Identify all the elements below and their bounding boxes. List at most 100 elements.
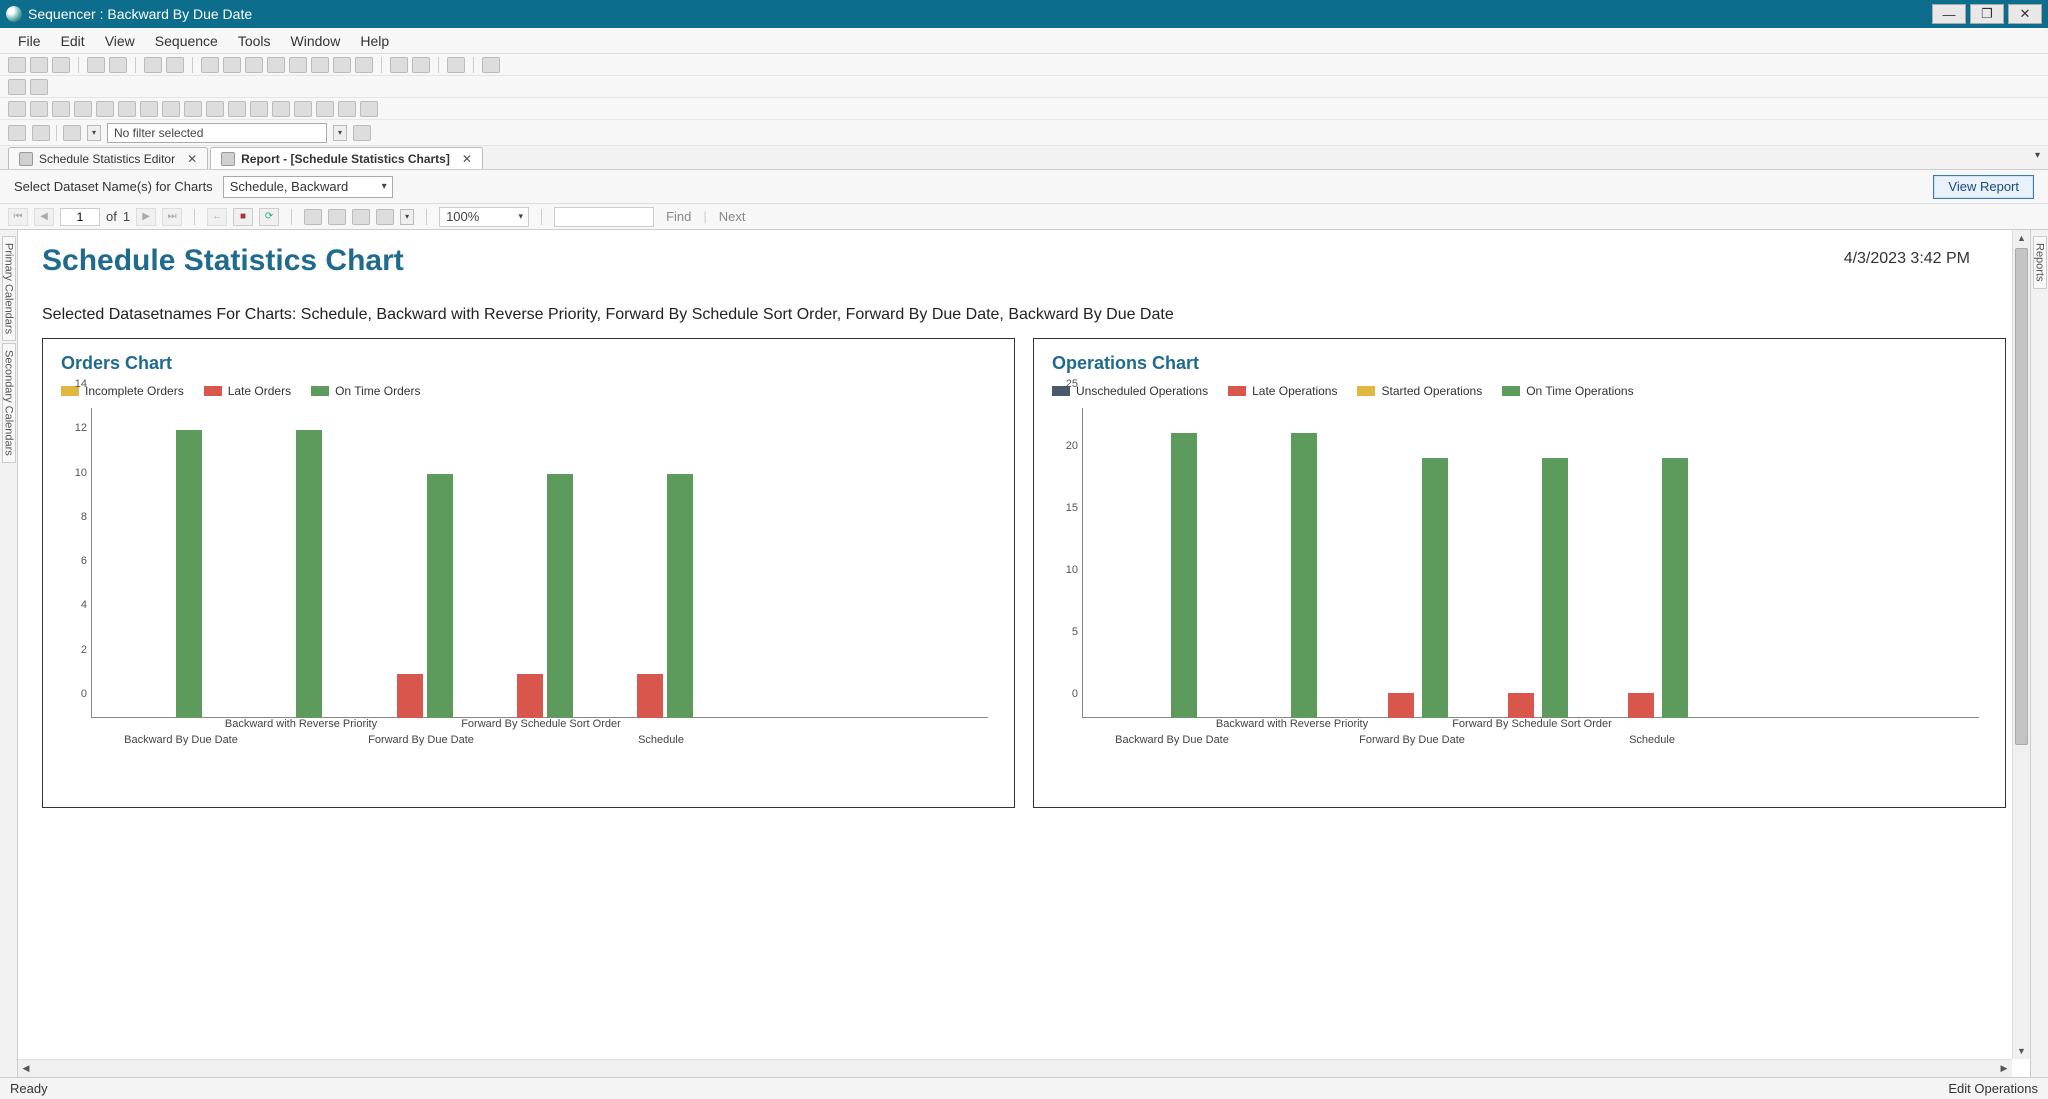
menu-edit[interactable]: Edit [51, 33, 95, 49]
first-page-button[interactable]: ⏮ [8, 208, 28, 226]
tool-icon[interactable] [144, 57, 162, 73]
tool-icon[interactable] [52, 57, 70, 73]
tool-icon[interactable] [162, 101, 180, 117]
tool-icon[interactable] [289, 57, 307, 73]
tool-icon[interactable] [96, 101, 114, 117]
find-input[interactable] [554, 207, 654, 227]
filter-icon[interactable] [63, 125, 81, 141]
find-label[interactable]: Find [660, 209, 697, 224]
tool-icon[interactable] [8, 125, 26, 141]
export-dropdown-icon[interactable]: ▾ [400, 209, 414, 225]
side-tab-primary-calendars[interactable]: Primary Calendars [2, 236, 16, 341]
close-window-button[interactable]: ✕ [2008, 4, 2042, 24]
tool-icon[interactable] [245, 57, 263, 73]
tool-icon[interactable] [30, 79, 48, 95]
close-icon[interactable]: ✕ [462, 152, 472, 166]
tool-icon[interactable] [355, 57, 373, 73]
vertical-scrollbar[interactable]: ▲ ▼ [2012, 230, 2030, 1059]
menu-tools[interactable]: Tools [228, 33, 281, 49]
tool-icon[interactable] [118, 101, 136, 117]
scroll-down-icon[interactable]: ▼ [2013, 1043, 2030, 1059]
x-tick-label: Schedule [1629, 734, 1675, 746]
tab-overflow-icon[interactable]: ▾ [2035, 150, 2040, 161]
tool-icon[interactable] [447, 57, 465, 73]
status-left: Ready [10, 1081, 48, 1096]
tool-icon[interactable] [338, 101, 356, 117]
tool-icon[interactable] [30, 101, 48, 117]
layout-icon[interactable] [328, 209, 346, 225]
tool-icon[interactable] [228, 101, 246, 117]
view-report-button[interactable]: View Report [1933, 175, 2034, 199]
tab-report[interactable]: Report - [Schedule Statistics Charts] ✕ [210, 147, 483, 169]
menu-sequence[interactable]: Sequence [145, 33, 228, 49]
tool-icon[interactable] [390, 57, 408, 73]
tool-icon[interactable] [109, 57, 127, 73]
side-tab-secondary-calendars[interactable]: Secondary Calendars [2, 343, 16, 463]
chart-legend: Incomplete OrdersLate OrdersOn Time Orde… [61, 384, 996, 398]
tool-icon[interactable] [140, 101, 158, 117]
next-label[interactable]: Next [713, 209, 752, 224]
print-icon[interactable] [304, 209, 322, 225]
legend-label: On Time Orders [335, 384, 420, 398]
export-icon[interactable] [376, 209, 394, 225]
menu-view[interactable]: View [95, 33, 145, 49]
horizontal-scrollbar[interactable]: ◀ ▶ [18, 1059, 2012, 1077]
tool-icon[interactable] [412, 57, 430, 73]
bar [1542, 458, 1568, 718]
scroll-thumb[interactable] [2015, 248, 2028, 745]
status-right: Edit Operations [1948, 1081, 2038, 1096]
next-page-button[interactable]: ▶ [136, 208, 156, 226]
tool-icon[interactable] [206, 101, 224, 117]
tab-schedule-stats-editor[interactable]: Schedule Statistics Editor ✕ [8, 147, 208, 169]
scroll-left-icon[interactable]: ◀ [18, 1060, 34, 1077]
tool-icon[interactable] [87, 57, 105, 73]
tool-icon[interactable] [74, 101, 92, 117]
scroll-up-icon[interactable]: ▲ [2013, 230, 2030, 246]
workspace: Primary Calendars Secondary Calendars Sc… [0, 230, 2048, 1077]
refresh-button[interactable]: ⟳ [259, 208, 279, 226]
tool-icon[interactable] [316, 101, 334, 117]
tool-icon[interactable] [52, 101, 70, 117]
tool-icon[interactable] [32, 125, 50, 141]
tool-icon[interactable] [333, 57, 351, 73]
tool-icon[interactable] [30, 57, 48, 73]
tool-icon[interactable] [8, 79, 26, 95]
tool-icon[interactable] [8, 57, 26, 73]
filter-clear-icon[interactable] [353, 125, 371, 141]
tool-icon[interactable] [223, 57, 241, 73]
tool-icon[interactable] [201, 57, 219, 73]
maximize-button[interactable]: ❐ [1970, 4, 2004, 24]
filter-field[interactable]: No filter selected [107, 123, 327, 143]
back-button[interactable]: ← [207, 208, 227, 226]
page-setup-icon[interactable] [352, 209, 370, 225]
tool-icon[interactable] [184, 101, 202, 117]
dataset-combo[interactable]: Schedule, Backward [223, 176, 393, 198]
y-tick-label: 14 [75, 378, 87, 390]
tool-icon[interactable] [8, 101, 26, 117]
tool-icon[interactable] [294, 101, 312, 117]
prev-page-button[interactable]: ◀ [34, 208, 54, 226]
menu-file[interactable]: File [8, 33, 51, 49]
tool-icon[interactable] [166, 57, 184, 73]
x-labels: Backward By Due DateBackward with Revers… [91, 718, 988, 750]
page-input[interactable] [60, 208, 100, 226]
menu-help[interactable]: Help [350, 33, 399, 49]
close-icon[interactable]: ✕ [187, 152, 197, 166]
menu-window[interactable]: Window [281, 33, 351, 49]
stop-button[interactable]: ■ [233, 208, 253, 226]
bar-group [1504, 458, 1568, 718]
tool-icon[interactable] [482, 57, 500, 73]
tool-icon[interactable] [272, 101, 290, 117]
scroll-right-icon[interactable]: ▶ [1996, 1060, 2012, 1077]
zoom-combo[interactable]: 100% [439, 207, 529, 227]
minimize-button[interactable]: — [1932, 4, 1966, 24]
tool-icon[interactable] [267, 57, 285, 73]
tool-icon[interactable] [311, 57, 329, 73]
tool-icon[interactable] [360, 101, 378, 117]
tool-icon[interactable] [250, 101, 268, 117]
filter-dropdown-icon[interactable]: ▾ [87, 125, 101, 141]
filter-dropdown-icon[interactable]: ▾ [333, 125, 347, 141]
right-panel: Reports [2030, 230, 2048, 1077]
side-tab-reports[interactable]: Reports [2033, 236, 2047, 289]
last-page-button[interactable]: ⏭ [162, 208, 182, 226]
